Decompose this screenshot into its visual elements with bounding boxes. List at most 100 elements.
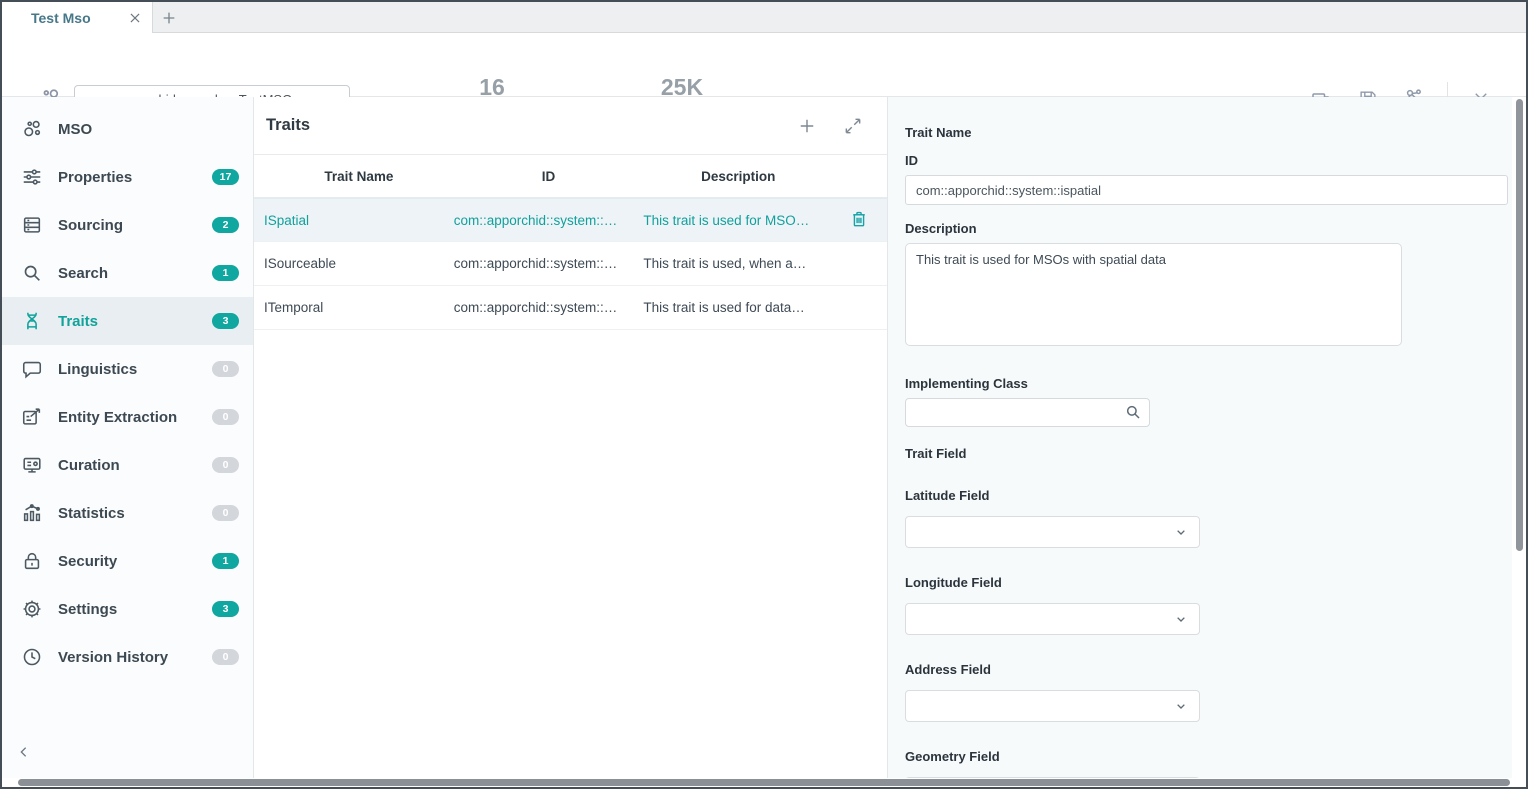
- column-header: Trait Name: [264, 169, 454, 184]
- table-row-ispatial[interactable]: ISpatial com::apporchid::system::… This …: [254, 198, 887, 242]
- badge-count: 17: [212, 169, 239, 185]
- id-input[interactable]: [905, 175, 1508, 205]
- lock-icon: [21, 550, 43, 572]
- sidebar-item-label: Traits: [58, 313, 212, 330]
- table-row-isourceable[interactable]: ISourceable com::apporchid::system::… Th…: [254, 242, 887, 286]
- monitor-icon: [21, 454, 43, 476]
- add-trait-icon[interactable]: [795, 114, 819, 138]
- tab-close-icon[interactable]: [122, 5, 148, 31]
- badge-count: 1: [212, 553, 239, 569]
- dna-icon: [21, 310, 43, 332]
- badge-count: 0: [212, 457, 239, 473]
- description-textarea[interactable]: This trait is used for MSOs with spatial…: [905, 243, 1402, 346]
- trait-details-panel: Trait Name ID Description This trait is …: [888, 97, 1516, 778]
- badge-count: 0: [212, 649, 239, 665]
- sidebar-item-label: Security: [58, 553, 212, 570]
- gear-icon: [21, 598, 43, 620]
- badge-count: 3: [212, 313, 239, 329]
- sidebar-item-label: Entity Extraction: [58, 409, 212, 426]
- clock-icon: [21, 646, 43, 668]
- horizontal-scrollbar[interactable]: [18, 779, 1510, 786]
- app-window: Test Mso 16 Total Properties 25K Total R…: [0, 0, 1528, 789]
- sidebar-item-properties[interactable]: Properties 17: [2, 153, 253, 201]
- sidebar-item-label: Statistics: [58, 505, 212, 522]
- trait-description-cell: This trait is used for data…: [643, 300, 833, 315]
- sidebar-item-settings[interactable]: Settings 3: [2, 585, 253, 633]
- sidebar-item-security[interactable]: Security 1: [2, 537, 253, 585]
- sidebar-item-search[interactable]: Search 1: [2, 249, 253, 297]
- sidebar-item-label: Properties: [58, 169, 212, 186]
- traits-panel: Traits Trait Name ID Description ISpatia…: [254, 97, 888, 778]
- implementing-class-input[interactable]: [905, 398, 1150, 427]
- sidebar-item-sourcing[interactable]: Sourcing 2: [2, 201, 253, 249]
- geometry-field-label: Geometry Field: [905, 749, 1508, 764]
- trait-name-cell: ISpatial: [264, 213, 454, 228]
- tab-bar: Test Mso: [2, 2, 1526, 33]
- server-icon: [21, 214, 43, 236]
- sliders-icon: [21, 166, 43, 188]
- badge-count: 2: [212, 217, 239, 233]
- sidebar-item-label: Search: [58, 265, 212, 282]
- badge-count: 0: [212, 361, 239, 377]
- address-field-select[interactable]: [905, 690, 1200, 722]
- latitude-field-label: Latitude Field: [905, 488, 1508, 503]
- column-header: Description: [643, 169, 833, 184]
- document-extract-icon: [21, 406, 43, 428]
- header: 16 Total Properties 25K Total Records: [2, 33, 1526, 97]
- search-icon[interactable]: [1124, 403, 1142, 421]
- description-label: Description: [905, 221, 1508, 236]
- sidebar-item-mso[interactable]: MSO: [2, 105, 253, 153]
- sidebar-item-label: Sourcing: [58, 217, 212, 234]
- latitude-field-select[interactable]: [905, 516, 1200, 548]
- trait-id-cell: com::apporchid::system::…: [454, 213, 644, 228]
- sidebar-item-version-history[interactable]: Version History 0: [2, 633, 253, 681]
- trait-description-cell: This trait is used, when a…: [643, 256, 833, 271]
- column-header: ID: [454, 169, 644, 184]
- sidebar-item-label: Version History: [58, 649, 212, 666]
- trait-name-label: Trait Name: [905, 125, 1508, 140]
- address-field-label: Address Field: [905, 662, 1508, 677]
- trait-name-cell: ISourceable: [264, 256, 454, 271]
- implementing-class-label: Implementing Class: [905, 376, 1508, 391]
- tab-title: Test Mso: [31, 10, 122, 26]
- chevron-down-icon: [1173, 698, 1189, 714]
- vertical-scrollbar[interactable]: [1516, 99, 1523, 551]
- bar-chart-icon: [21, 502, 43, 524]
- sidebar-item-label: MSO: [58, 121, 239, 138]
- badge-count: 3: [212, 601, 239, 617]
- panel-title: Traits: [266, 116, 773, 135]
- badge-count: 1: [212, 265, 239, 281]
- chevron-down-icon: [1173, 611, 1189, 627]
- table-row-itemporal[interactable]: ITemporal com::apporchid::system::… This…: [254, 286, 887, 330]
- tab-test-mso[interactable]: Test Mso: [2, 2, 153, 33]
- badge-count: 0: [212, 505, 239, 521]
- sidebar-item-traits[interactable]: Traits 3: [2, 297, 253, 345]
- sidebar-item-label: Linguistics: [58, 361, 212, 378]
- mso-cluster-icon: [21, 118, 43, 140]
- trait-id-cell: com::apporchid::system::…: [454, 300, 644, 315]
- sidebar-collapse-icon[interactable]: [12, 740, 36, 764]
- sidebar-item-label: Settings: [58, 601, 212, 618]
- trait-id-cell: com::apporchid::system::…: [454, 256, 644, 271]
- id-label: ID: [905, 153, 1508, 168]
- badge-count: 0: [212, 409, 239, 425]
- sidebar-item-linguistics[interactable]: Linguistics 0: [2, 345, 253, 393]
- chevron-down-icon: [1173, 524, 1189, 540]
- search-icon: [21, 262, 43, 284]
- longitude-field-select[interactable]: [905, 603, 1200, 635]
- new-tab-button[interactable]: [154, 2, 184, 33]
- sidebar-item-label: Curation: [58, 457, 212, 474]
- sidebar-item-entity-extraction[interactable]: Entity Extraction 0: [2, 393, 253, 441]
- sidebar-item-curation[interactable]: Curation 0: [2, 441, 253, 489]
- trait-field-label: Trait Field: [905, 446, 1508, 461]
- trait-description-cell: This trait is used for MSO…: [643, 213, 833, 228]
- expand-icon[interactable]: [841, 114, 865, 138]
- trait-name-cell: ITemporal: [264, 300, 454, 315]
- traits-panel-header: Traits: [254, 97, 887, 154]
- geometry-field-select[interactable]: [905, 777, 1200, 778]
- table-header: Trait Name ID Description: [254, 154, 887, 198]
- speech-bubble-icon: [21, 358, 43, 380]
- sidebar-item-statistics[interactable]: Statistics 0: [2, 489, 253, 537]
- sidebar: MSO Properties 17 Sourcing 2 Sea: [2, 97, 254, 778]
- delete-trash-icon[interactable]: [849, 209, 871, 231]
